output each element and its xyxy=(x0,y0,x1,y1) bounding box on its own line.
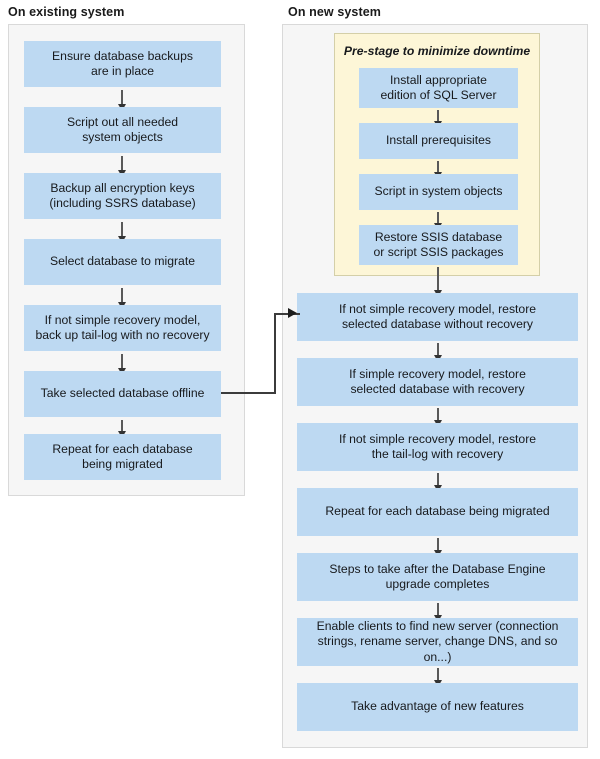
flow-arrow-down-icon xyxy=(118,354,126,375)
flow-node-script-objects: Script out all needed system objects xyxy=(24,107,221,153)
flow-arrow-down-icon xyxy=(434,212,442,230)
connector-segment-horizontal-out xyxy=(221,392,276,394)
flow-arrow-down-icon xyxy=(118,156,126,177)
flow-node-restore-no-recovery: If not simple recovery model, restore sel… xyxy=(297,293,578,341)
flow-node-new-features: Take advantage of new features xyxy=(297,683,578,731)
flow-arrow-down-icon xyxy=(434,343,442,362)
flow-node-repeat-each-db: Repeat for each database being migrated xyxy=(24,434,221,480)
flow-arrow-down-icon xyxy=(434,267,442,297)
flow-node-enable-clients: Enable clients to find new server (conne… xyxy=(297,618,578,666)
connector-segment-vertical xyxy=(274,314,276,393)
flow-node-take-offline: Take selected database offline xyxy=(24,371,221,417)
flow-node-post-upgrade-steps: Steps to take after the Database Engine u… xyxy=(297,553,578,601)
flow-arrow-down-icon xyxy=(118,222,126,243)
flow-arrow-down-icon xyxy=(434,110,442,128)
flow-arrow-down-icon xyxy=(434,473,442,492)
flow-node-select-database: Select database to migrate xyxy=(24,239,221,285)
flow-node-repeat-each-db-new: Repeat for each database being migrated xyxy=(297,488,578,536)
flow-arrow-down-icon xyxy=(118,288,126,309)
flow-arrow-down-icon xyxy=(434,668,442,687)
flow-arrow-down-icon xyxy=(434,603,442,622)
flow-arrow-down-icon xyxy=(434,408,442,427)
panel-title-new-system: On new system xyxy=(288,5,381,19)
prestage-group-label: Pre-stage to minimize downtime xyxy=(343,44,531,58)
flow-node-install-prereqs: Install prerequisites xyxy=(359,123,518,159)
flow-arrow-down-icon xyxy=(434,161,442,179)
flow-arrow-down-icon xyxy=(118,90,126,111)
flow-node-script-in-objects: Script in system objects xyxy=(359,174,518,210)
flow-arrow-down-icon xyxy=(434,538,442,557)
flow-arrow-down-icon xyxy=(118,420,126,438)
flow-node-backup-keys: Backup all encryption keys (including SSR… xyxy=(24,173,221,219)
flow-node-restore-with-recovery: If simple recovery model, restore selecte… xyxy=(297,358,578,406)
flow-node-backup-taillog: If not simple recovery model, back up tai… xyxy=(24,305,221,351)
flow-node-restore-taillog: If not simple recovery model, restore the… xyxy=(297,423,578,471)
panel-title-existing-system: On existing system xyxy=(8,5,125,19)
flow-node-restore-ssis: Restore SSIS database or script SSIS pack… xyxy=(359,225,518,265)
connector-arrowhead-icon xyxy=(288,308,297,318)
flow-node-ensure-backups: Ensure database backups are in place xyxy=(24,41,221,87)
flow-node-install-edition: Install appropriate edition of SQL Server xyxy=(359,68,518,108)
